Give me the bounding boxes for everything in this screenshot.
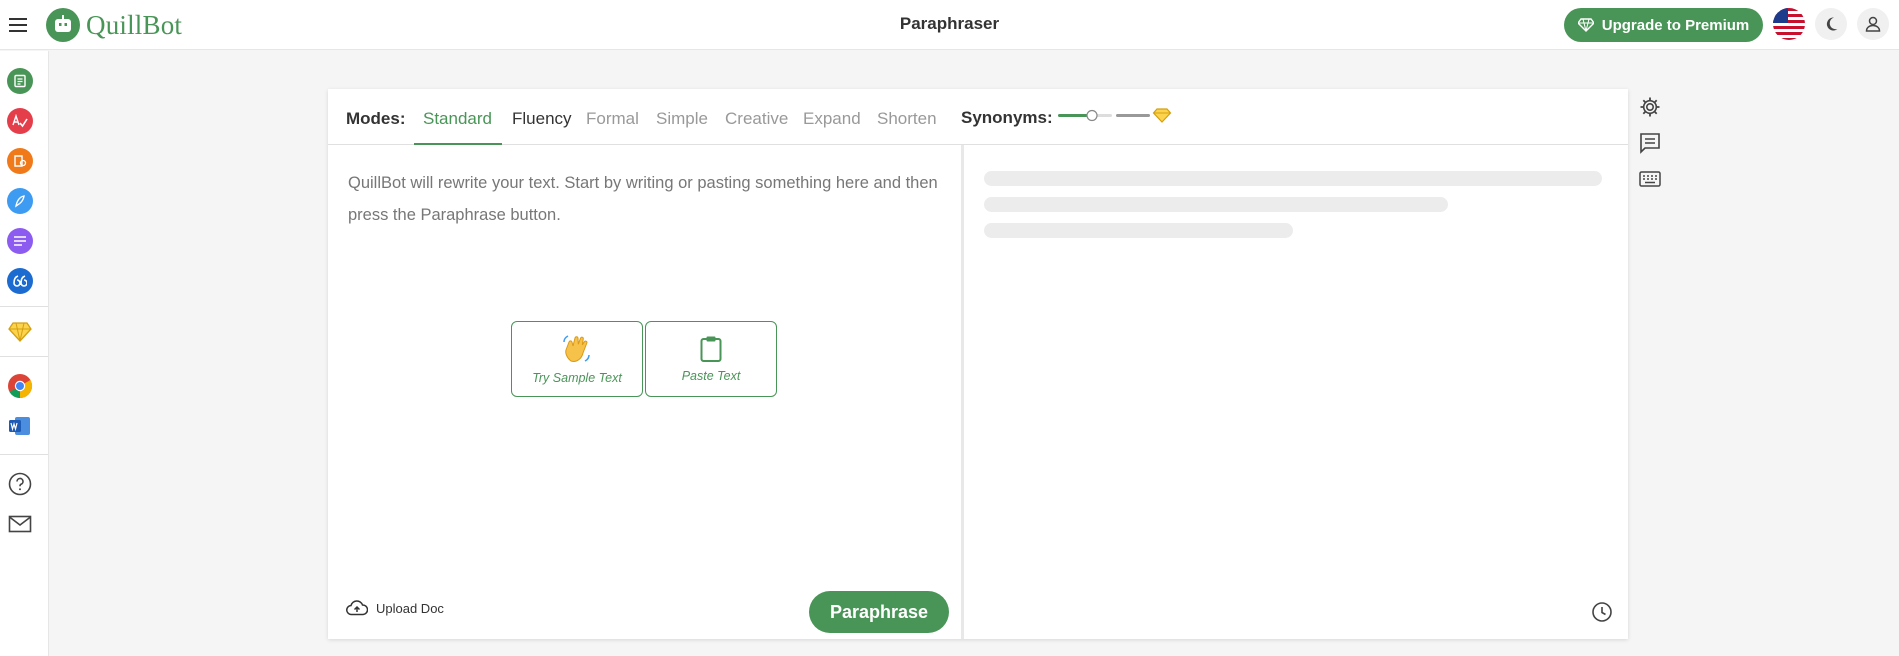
word-addin-icon — [9, 417, 30, 435]
tools-sidebar — [0, 51, 49, 656]
sidebar-item-premium[interactable] — [7, 319, 33, 345]
quillbot-logo[interactable]: QuillBot — [46, 7, 182, 43]
gear-icon — [1640, 97, 1660, 117]
sidebar-item-paraphraser[interactable] — [7, 68, 33, 94]
page-title: Paraphraser — [899, 14, 1000, 33]
try-sample-text-label: Try Sample Text — [532, 371, 622, 385]
sidebar-item-help[interactable] — [7, 471, 33, 497]
sidebar-item-plagiarism-checker[interactable] — [7, 148, 33, 174]
modes-label: Modes: — [346, 109, 406, 128]
synonyms-label: Synonyms: — [961, 108, 1053, 127]
feedback-icon — [1640, 133, 1660, 154]
tab-formal[interactable]: Formal — [586, 109, 639, 129]
waving-hand-icon — [563, 335, 590, 362]
spellcheck-icon — [12, 114, 28, 128]
quote-icon — [13, 275, 27, 287]
upgrade-label: Upgrade to Premium — [1601, 16, 1750, 34]
tab-standard[interactable]: Standard — [423, 109, 492, 129]
feedback-button[interactable] — [1637, 130, 1663, 156]
keyboard-icon — [1639, 171, 1661, 187]
cloud-upload-icon — [346, 600, 368, 616]
sidebar-item-co-writer[interactable] — [7, 188, 33, 214]
paraphraser-editor: Modes: Standard Fluency Formal Simple Cr… — [328, 89, 1628, 639]
sidebar-divider — [0, 356, 48, 357]
sidebar-item-citation-generator[interactable] — [7, 268, 33, 294]
chrome-extension-icon — [8, 374, 33, 398]
tab-shorten[interactable]: Shorten — [877, 109, 937, 129]
keyboard-shortcuts-button[interactable] — [1637, 166, 1663, 192]
logo-text: QuillBot — [86, 9, 183, 40]
dark-mode-button[interactable] — [1815, 8, 1847, 40]
sidebar-item-word-addin[interactable] — [7, 413, 33, 439]
tab-expand[interactable]: Expand — [803, 109, 861, 129]
upload-doc-button[interactable]: Upload Doc — [346, 600, 444, 616]
modes-bar: Modes: Standard Fluency Formal Simple Cr… — [328, 89, 1628, 145]
tab-creative[interactable]: Creative — [725, 109, 788, 129]
menu-icon[interactable] — [4, 11, 32, 39]
quillbot-bot-icon — [46, 8, 80, 42]
tab-fluency[interactable]: Fluency — [512, 109, 572, 129]
clock-icon — [1592, 602, 1612, 622]
diamond-icon — [1577, 18, 1594, 32]
paste-text-button[interactable]: Paste Text — [645, 321, 777, 397]
user-icon — [1865, 16, 1881, 32]
help-icon — [8, 472, 32, 496]
loading-skeleton-line — [984, 197, 1448, 212]
input-pane[interactable]: QuillBot will rewrite your text. Start b… — [328, 145, 961, 639]
plagiarism-icon — [14, 155, 27, 167]
history-button[interactable] — [1590, 600, 1614, 624]
premium-diamond-icon — [8, 322, 32, 342]
moon-icon — [1826, 17, 1838, 31]
sidebar-divider — [0, 454, 48, 455]
upload-doc-label: Upload Doc — [376, 600, 444, 616]
paste-text-label: Paste Text — [681, 369, 741, 383]
account-button[interactable] — [1857, 8, 1889, 40]
lines-icon — [14, 236, 26, 246]
clipboard-icon — [700, 336, 722, 362]
upgrade-button[interactable]: Upgrade to Premium — [1564, 8, 1763, 42]
tab-simple[interactable]: Simple — [656, 109, 708, 129]
mail-icon — [8, 515, 32, 533]
loading-skeleton-line — [984, 223, 1293, 238]
sidebar-item-contact[interactable] — [7, 511, 33, 537]
try-sample-text-button[interactable]: Try Sample Text — [511, 321, 643, 397]
sidebar-item-summarizer[interactable] — [7, 228, 33, 254]
top-bar: QuillBot Paraphraser Upgrade to Premium — [0, 0, 1899, 50]
input-placeholder[interactable]: QuillBot will rewrite your text. Start b… — [348, 167, 948, 231]
pen-icon — [14, 195, 25, 208]
document-icon — [14, 74, 26, 88]
sidebar-item-chrome-extension[interactable] — [7, 373, 33, 399]
synonyms-slider[interactable] — [1058, 104, 1176, 128]
sidebar-divider — [0, 306, 48, 307]
premium-diamond-icon — [1152, 108, 1172, 123]
sidebar-item-grammar-checker[interactable] — [7, 108, 33, 134]
us-flag-icon[interactable] — [1773, 8, 1805, 40]
output-pane — [964, 145, 1628, 639]
settings-button[interactable] — [1637, 94, 1663, 120]
paraphrase-button[interactable]: Paraphrase — [809, 591, 949, 633]
loading-skeleton-line — [984, 171, 1602, 186]
